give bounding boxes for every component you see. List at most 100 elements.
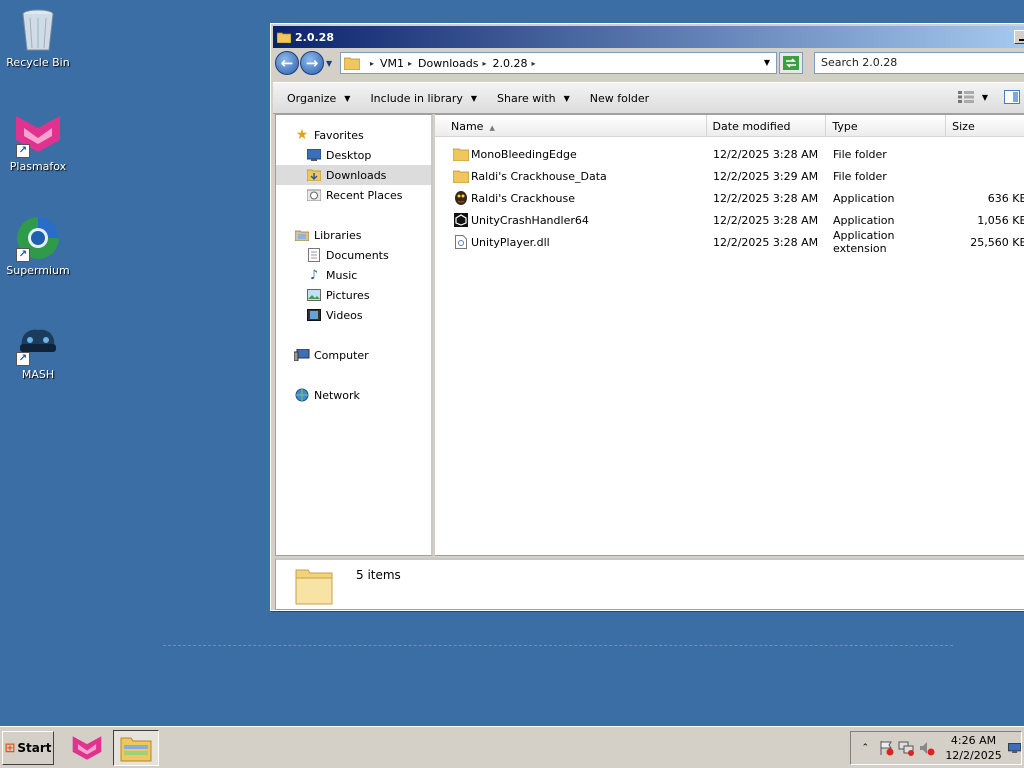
file-date: 12/2/2025 3:28 AM bbox=[713, 147, 819, 161]
file-date: 12/2/2025 3:28 AM bbox=[713, 191, 819, 205]
organize-button[interactable]: Organize ▼ bbox=[287, 92, 350, 105]
file-date: 12/2/2025 3:29 AM bbox=[713, 169, 819, 183]
nav-desktop[interactable]: Desktop bbox=[276, 145, 431, 165]
nav-libraries-label: Libraries bbox=[314, 228, 362, 242]
column-date-label: Date modified bbox=[712, 120, 791, 133]
column-header-size[interactable]: Size bbox=[946, 115, 1024, 136]
plasmafox-icon bbox=[72, 736, 102, 760]
refresh-icon bbox=[783, 56, 799, 70]
nav-music-label: Music bbox=[326, 268, 358, 282]
search-input[interactable]: Search 2.0.28 bbox=[814, 52, 1024, 74]
column-header-date[interactable]: Date modified bbox=[707, 115, 827, 136]
share-with-button[interactable]: Share with ▼ bbox=[497, 92, 570, 105]
new-folder-label: New folder bbox=[589, 91, 650, 105]
address-dropdown-icon[interactable]: ▼ bbox=[764, 58, 770, 67]
start-label: Start bbox=[17, 741, 52, 755]
show-hidden-icons-icon[interactable]: ⌃ bbox=[857, 740, 874, 756]
clock-time: 4:26 AM bbox=[950, 734, 997, 747]
file-size: 25,560 KB bbox=[970, 235, 1024, 249]
breadcrumb-downloads[interactable]: Downloads bbox=[418, 57, 478, 70]
file-type: Application bbox=[833, 213, 895, 227]
desktop-icon-recycle-bin[interactable]: Recycle Bin bbox=[0, 6, 76, 69]
documents-icon bbox=[306, 248, 322, 262]
desktop-icon-supermium[interactable]: ↗ Supermium bbox=[0, 214, 76, 277]
file-size: 1,056 KB bbox=[977, 213, 1024, 227]
nav-documents-label: Documents bbox=[326, 248, 389, 262]
window-titlebar[interactable]: 2.0.28 bbox=[273, 26, 1024, 48]
forward-button[interactable]: → bbox=[300, 51, 324, 75]
file-row[interactable]: Raldi's Crackhouse 12/2/2025 3:28 AM App… bbox=[435, 187, 1024, 209]
nav-music[interactable]: ♪ Music bbox=[276, 265, 431, 285]
address-bar[interactable]: ▸ VM1 ▸ Downloads ▸ 2.0.28 ▸ ▼ bbox=[340, 52, 777, 74]
column-headers: Name ▲ Date modified Type Size bbox=[435, 115, 1024, 137]
explorer-window[interactable]: 2.0.28 ← → ▼ ▸ VM1 ▸ Downloads ▸ 2.0.28 … bbox=[270, 23, 1024, 611]
desktop-icon-mash[interactable]: ↗ MASH bbox=[0, 318, 76, 381]
nav-pictures-label: Pictures bbox=[326, 288, 370, 302]
music-icon: ♪ bbox=[309, 267, 319, 283]
nav-videos[interactable]: Videos bbox=[276, 305, 431, 325]
action-center-flag-icon[interactable] bbox=[878, 740, 895, 756]
nav-favorites[interactable]: ★ Favorites bbox=[276, 125, 431, 145]
file-row[interactable]: UnityPlayer.dll 12/2/2025 3:28 AM Applic… bbox=[435, 229, 1024, 255]
view-controls: ▼ bbox=[957, 90, 1020, 104]
crumb-separator-icon[interactable]: ▸ bbox=[482, 59, 486, 68]
file-name: UnityCrashHandler64 bbox=[471, 213, 589, 227]
taskbar-plasmafox-button[interactable] bbox=[64, 730, 110, 766]
recent-places-icon bbox=[306, 188, 322, 202]
explorer-icon bbox=[120, 737, 152, 762]
nav-computer[interactable]: Computer bbox=[276, 345, 431, 365]
view-dropdown-icon[interactable]: ▼ bbox=[982, 93, 988, 102]
nav-downloads[interactable]: Downloads bbox=[276, 165, 431, 185]
taskbar-explorer-button[interactable] bbox=[113, 730, 159, 766]
file-row[interactable]: MonoBleedingEdge 12/2/2025 3:28 AM File … bbox=[435, 143, 1024, 165]
supermium-label: Supermium bbox=[6, 264, 70, 277]
network-status-icon[interactable] bbox=[898, 740, 915, 756]
libraries-icon bbox=[294, 228, 310, 242]
plasmafox-label: Plasmafox bbox=[9, 160, 67, 173]
desktop-divider bbox=[163, 645, 953, 646]
nav-documents[interactable]: Documents bbox=[276, 245, 431, 265]
start-button[interactable]: ⊞ Start bbox=[2, 731, 54, 765]
breadcrumb-vm1[interactable]: VM1 bbox=[380, 57, 404, 70]
desktop-icon-plasmafox[interactable]: ↗ Plasmafox bbox=[0, 110, 76, 173]
folder-icon bbox=[453, 168, 469, 184]
nav-recent-places[interactable]: Recent Places bbox=[276, 185, 431, 205]
crumb-separator-icon[interactable]: ▸ bbox=[370, 59, 374, 68]
view-options-icon[interactable] bbox=[957, 91, 974, 103]
file-name: Raldi's Crackhouse_Data bbox=[471, 169, 607, 183]
column-header-name[interactable]: Name ▲ bbox=[435, 115, 707, 136]
new-folder-button[interactable]: New folder bbox=[590, 92, 649, 105]
clock[interactable]: 4:26 AM 12/2/2025 bbox=[945, 733, 1001, 763]
nav-libraries[interactable]: Libraries bbox=[276, 225, 431, 245]
refresh-button[interactable] bbox=[779, 52, 803, 74]
chevron-down-icon: ▼ bbox=[344, 93, 351, 103]
organize-label: Organize bbox=[287, 91, 337, 105]
minimize-button[interactable] bbox=[1014, 30, 1024, 44]
file-type: File folder bbox=[833, 169, 887, 183]
dll-icon bbox=[453, 234, 469, 250]
mash-label: MASH bbox=[21, 368, 55, 381]
crumb-separator-icon[interactable]: ▸ bbox=[531, 59, 535, 68]
chevron-down-icon: ▼ bbox=[563, 93, 570, 103]
file-row[interactable]: Raldi's Crackhouse_Data 12/2/2025 3:29 A… bbox=[435, 165, 1024, 187]
recycle-bin-label: Recycle Bin bbox=[6, 56, 70, 69]
back-button[interactable]: ← bbox=[275, 51, 299, 75]
folder-icon bbox=[344, 57, 360, 70]
show-desktop-icon[interactable] bbox=[1007, 742, 1021, 754]
nav-network[interactable]: Network bbox=[276, 385, 431, 405]
file-name: Raldi's Crackhouse bbox=[471, 191, 576, 205]
taskbar: ⊞ Start ⌃ 4:26 AM 12/2/2025 bbox=[0, 726, 1024, 768]
file-row[interactable]: UnityCrashHandler64 12/2/2025 3:28 AM Ap… bbox=[435, 209, 1024, 231]
preview-pane-icon[interactable] bbox=[1004, 90, 1020, 104]
file-type: Application extension bbox=[833, 229, 895, 255]
nav-recent-places-label: Recent Places bbox=[326, 188, 403, 202]
include-in-library-button[interactable]: Include in library ▼ bbox=[370, 92, 477, 105]
column-header-type[interactable]: Type bbox=[826, 115, 947, 136]
volume-muted-icon[interactable] bbox=[919, 740, 936, 756]
breadcrumb-current[interactable]: 2.0.28 bbox=[492, 57, 527, 70]
crumb-separator-icon[interactable]: ▸ bbox=[408, 59, 412, 68]
chevron-down-icon: ▼ bbox=[470, 93, 478, 103]
nav-pictures[interactable]: Pictures bbox=[276, 285, 431, 305]
navigation-pane: ★ Favorites Desktop Downloads Recent Pla… bbox=[275, 114, 433, 556]
recent-pages-dropdown[interactable]: ▼ bbox=[326, 59, 336, 68]
